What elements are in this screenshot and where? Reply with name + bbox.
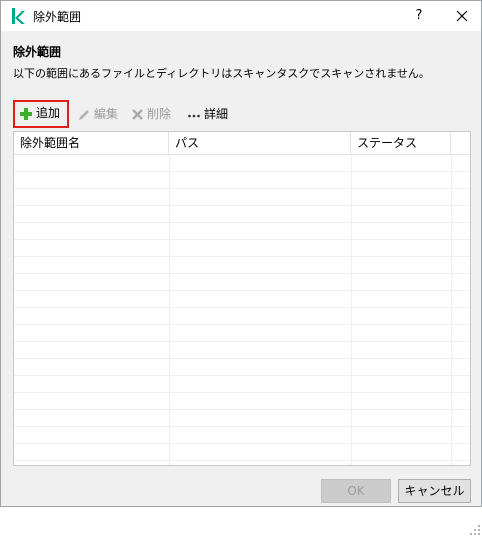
title-bar: 除外範囲 ? [1,1,481,31]
window-title: 除外範囲 [33,10,82,24]
table-row [14,223,470,240]
more-icon [188,114,200,117]
table-row [14,410,470,427]
table-row [14,274,470,291]
table-header: 除外範囲名 パス ステータス [14,132,470,155]
add-button[interactable]: 追加 [13,100,69,128]
table-row [14,359,470,376]
table-row [14,257,470,274]
column-header-status[interactable]: ステータス [351,132,451,154]
table-row [14,291,470,308]
cancel-button[interactable]: キャンセル [398,479,471,503]
edit-button[interactable]: 編集 [77,101,118,127]
table-row [14,444,470,461]
column-header-name[interactable]: 除外範囲名 [14,132,169,154]
x-icon [132,109,143,120]
details-label: 詳細 [204,107,229,121]
table-row [14,325,470,342]
add-label: 追加 [36,106,61,120]
section-description: 以下の範囲にあるファイルとディレクトリはスキャンタスクでスキャンされません。 [13,67,430,80]
table-row [14,172,470,189]
plus-icon [20,107,32,120]
table-row [14,308,470,325]
edit-label: 編集 [94,107,119,121]
resize-grip-icon[interactable] [469,524,481,536]
table-row [14,376,470,393]
table-row [14,342,470,359]
table-row [14,240,470,257]
dialog-content: 除外範囲 以下の範囲にあるファイルとディレクトリはスキャンタスクでスキャンされま… [1,31,481,535]
column-header-path[interactable]: パス [169,132,351,154]
help-button[interactable]: ? [406,4,432,28]
ok-button[interactable]: OK [321,479,391,503]
section-heading: 除外範囲 [13,45,62,59]
table-body [14,155,470,465]
kaspersky-logo-icon [12,8,25,24]
toolbar: 追加 編集 削除 詳細 [13,100,471,128]
close-icon[interactable] [449,4,475,28]
pencil-icon [79,109,89,120]
table-row [14,206,470,223]
delete-button[interactable]: 削除 [131,101,171,127]
table-row [14,393,470,410]
details-button[interactable]: 詳細 [187,101,228,127]
delete-label: 削除 [147,107,172,121]
table-row [14,155,470,172]
table-row [14,427,470,444]
table-row [14,189,470,206]
exclusions-dialog: 除外範囲 ? 除外範囲 以下の範囲にあるファイルとディレクトリはスキャンタスクで… [0,0,482,535]
exclusions-table[interactable]: 除外範囲名 パス ステータス [13,131,471,466]
